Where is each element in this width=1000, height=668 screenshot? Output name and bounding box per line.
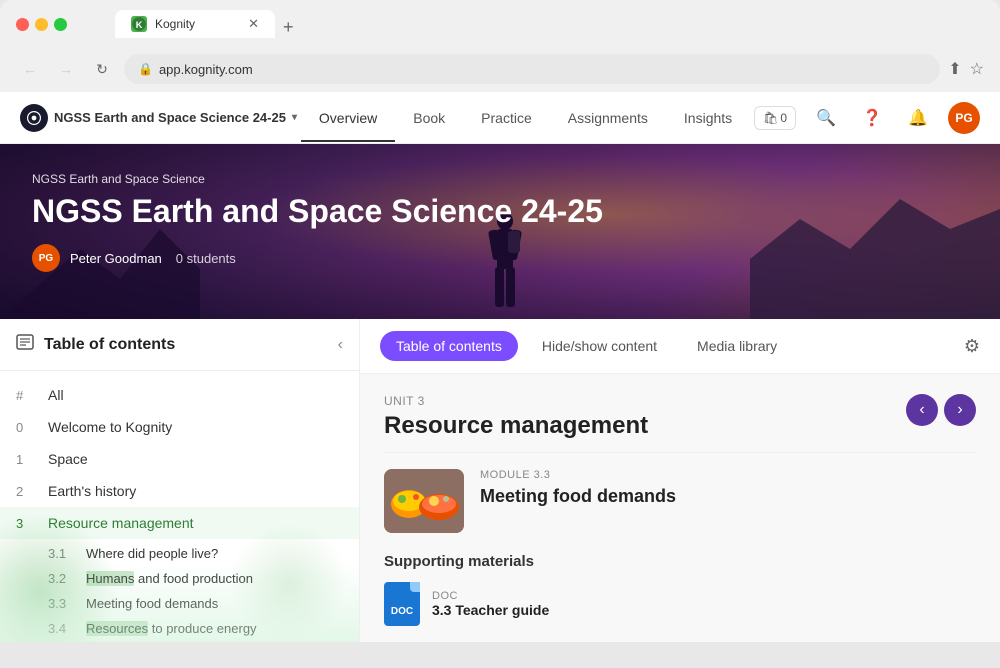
close-window-button[interactable] — [16, 18, 29, 31]
toc-item-0[interactable]: 0 Welcome to Kognity — [0, 411, 359, 443]
content-tabs: Table of contents Hide/show content Medi… — [360, 319, 1000, 374]
course-name: NGSS Earth and Space Science 24-25 — [54, 110, 286, 125]
bookmark-button[interactable]: ☆ — [970, 59, 984, 79]
course-icon — [20, 104, 48, 132]
main-content: Table of contents ‹ # All 0 Welcome to K… — [0, 319, 1000, 642]
browser-tab[interactable]: K Kognity ✕ — [115, 10, 275, 38]
module-label: MODULE 3.3 — [480, 469, 976, 481]
browser-chrome: K Kognity ✕ + ← → ↻ 🔒 app.kognity.com ⬆ … — [0, 0, 1000, 92]
browser-addressbar: ← → ↻ 🔒 app.kognity.com ⬆ ☆ — [0, 48, 1000, 92]
main-nav: Overview Book Practice Assignments Insig… — [301, 94, 750, 142]
toc-header: Table of contents ‹ — [0, 319, 359, 371]
unit-header: UNIT 3 Resource management ‹ › — [384, 394, 976, 440]
minimize-window-button[interactable] — [35, 18, 48, 31]
settings-button[interactable]: ⚙ — [964, 336, 980, 357]
tab-close-button[interactable]: ✕ — [248, 16, 259, 32]
tab-media-library[interactable]: Media library — [681, 331, 793, 361]
cart-button[interactable]: 🛍 0 — [754, 106, 796, 130]
toc-sidebar: Table of contents ‹ # All 0 Welcome to K… — [0, 319, 360, 642]
new-tab-button[interactable]: + — [283, 17, 294, 38]
toc-sub-item-3-1[interactable]: 3.1 Where did people live? — [0, 541, 359, 566]
url-text: app.kognity.com — [159, 62, 253, 77]
help-button[interactable]: ❓ — [856, 102, 888, 134]
app-navbar: NGSS Earth and Space Science 24-25 ▾ Ove… — [0, 92, 1000, 144]
nav-practice[interactable]: Practice — [463, 94, 550, 142]
course-selector[interactable]: NGSS Earth and Space Science 24-25 ▾ — [20, 104, 297, 132]
course-dropdown-icon: ▾ — [292, 112, 297, 123]
cart-count: 0 — [780, 111, 787, 125]
module-card: MODULE 3.3 Meeting food demands — [384, 469, 976, 533]
toc-icon — [16, 333, 34, 356]
toc-item-all[interactable]: # All — [0, 379, 359, 411]
nav-actions: 🛍 0 🔍 ❓ 🔔 PG — [754, 102, 980, 134]
hero-students: 0 students — [176, 251, 236, 266]
unit-next-button[interactable]: › — [944, 394, 976, 426]
module-thumbnail — [384, 469, 464, 533]
forward-button[interactable]: → — [52, 55, 80, 83]
supporting-section: Supporting materials DOC DOC 3.3 Teacher… — [360, 549, 1000, 642]
back-button[interactable]: ← — [16, 55, 44, 83]
doc-type-label: DOC — [391, 606, 413, 617]
hero-subtitle: NGSS Earth and Space Science — [32, 172, 968, 186]
unit-prev-button[interactable]: ‹ — [906, 394, 938, 426]
toc-sub-items: 3.1 Where did people live? 3.2 Humans an… — [0, 539, 359, 642]
share-button[interactable]: ⬆ — [948, 59, 961, 79]
notifications-button[interactable]: 🔔 — [902, 102, 934, 134]
toc-header-left: Table of contents — [16, 333, 175, 356]
unit-info: UNIT 3 Resource management — [384, 394, 648, 440]
address-bar[interactable]: 🔒 app.kognity.com — [124, 54, 940, 84]
cart-icon: 🛍 — [763, 111, 778, 125]
hero-author-avatar: PG — [32, 244, 60, 272]
toc-title: Table of contents — [44, 336, 175, 354]
user-avatar[interactable]: PG — [948, 102, 980, 134]
unit-nav: ‹ › — [906, 394, 976, 426]
browser-titlebar: K Kognity ✕ + — [0, 0, 1000, 48]
nav-assignments[interactable]: Assignments — [550, 94, 666, 142]
tab-hide-show-content[interactable]: Hide/show content — [526, 331, 673, 361]
doc-info: DOC 3.3 Teacher guide — [432, 590, 549, 618]
window-controls — [16, 18, 67, 31]
module-info: MODULE 3.3 Meeting food demands — [480, 469, 976, 508]
doc-item[interactable]: DOC DOC 3.3 Teacher guide — [384, 582, 976, 626]
module-thumb-svg — [384, 469, 464, 533]
search-button[interactable]: 🔍 — [810, 102, 842, 134]
toc-collapse-button[interactable]: ‹ — [338, 336, 343, 354]
nav-overview[interactable]: Overview — [301, 94, 395, 142]
svg-text:K: K — [136, 20, 143, 30]
reload-button[interactable]: ↻ — [88, 55, 116, 83]
unit-title: Resource management — [384, 412, 648, 440]
nav-insights[interactable]: Insights — [666, 94, 750, 142]
unit-section: UNIT 3 Resource management ‹ › — [360, 374, 1000, 452]
lock-icon: 🔒 — [138, 62, 153, 76]
unit-label: UNIT 3 — [384, 394, 648, 408]
maximize-window-button[interactable] — [54, 18, 67, 31]
doc-file-type: DOC — [432, 590, 549, 602]
toc-sub-item-3-3[interactable]: 3.3 Meeting food demands — [0, 591, 359, 616]
toc-item-3[interactable]: 3 Resource management — [0, 507, 359, 539]
tab-label: Kognity — [155, 17, 195, 31]
toc-item-2[interactable]: 2 Earth's history — [0, 475, 359, 507]
toc-items-list: # All 0 Welcome to Kognity 1 Space 2 Ear… — [0, 371, 359, 642]
toc-item-1[interactable]: 1 Space — [0, 443, 359, 475]
hero-author: PG Peter Goodman 0 students — [32, 244, 968, 272]
content-area: Table of contents Hide/show content Medi… — [360, 319, 1000, 642]
hero-title: NGSS Earth and Space Science 24-25 — [32, 192, 968, 230]
app-window: NGSS Earth and Space Science 24-25 ▾ Ove… — [0, 92, 1000, 642]
tab-favicon: K — [131, 16, 147, 32]
nav-book[interactable]: Book — [395, 94, 463, 142]
hero-author-name: Peter Goodman — [70, 251, 162, 266]
hero-banner: NGSS Earth and Space Science NGSS Earth … — [0, 144, 1000, 319]
hero-content: NGSS Earth and Space Science NGSS Earth … — [0, 144, 1000, 292]
doc-name: 3.3 Teacher guide — [432, 602, 549, 618]
doc-icon: DOC — [384, 582, 420, 626]
module-section: MODULE 3.3 Meeting food demands — [360, 453, 1000, 549]
toc-sub-item-3-4[interactable]: 3.4 Resources to produce energy — [0, 616, 359, 641]
toc-sub-item-3-2[interactable]: 3.2 Humans and food production — [0, 566, 359, 591]
supporting-title: Supporting materials — [384, 553, 976, 570]
module-title: Meeting food demands — [480, 485, 976, 508]
tab-table-of-contents[interactable]: Table of contents — [380, 331, 518, 361]
